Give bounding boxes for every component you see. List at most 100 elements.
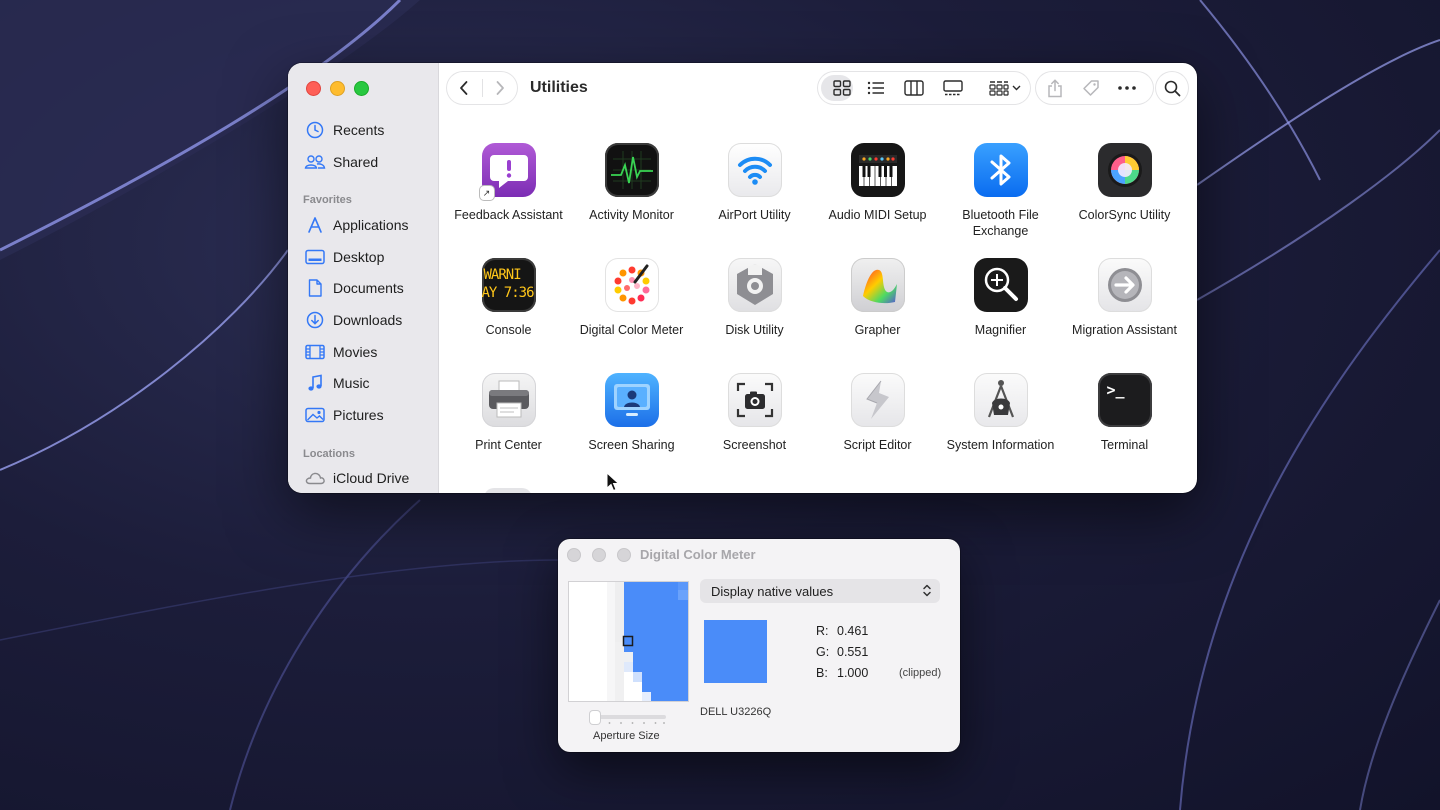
display-mode-select[interactable]: Display native values [700, 579, 940, 603]
app-label: Feedback Assistant [454, 208, 563, 222]
film-icon [304, 343, 326, 361]
app-item-airport-utility[interactable]: AirPort Utility [693, 143, 816, 223]
app-item-script-editor[interactable]: Script Editor [816, 373, 939, 453]
list-view-button[interactable] [860, 72, 892, 104]
magnified-preview [569, 582, 688, 701]
more-button[interactable] [1112, 72, 1142, 104]
disk-utility-icon [727, 258, 782, 312]
app-item-bluetooth-file-exchange[interactable]: Bluetooth File Exchange [939, 143, 1062, 239]
zoom-button[interactable] [617, 548, 631, 562]
finder-window: Recents Shared Favorites Applications De… [288, 63, 1197, 493]
close-button[interactable] [306, 81, 321, 96]
sidebar-item-music[interactable]: Music [304, 371, 370, 395]
feedback-assistant-icon: ↗ [479, 143, 536, 200]
close-button[interactable] [567, 548, 581, 562]
script-editor-icon [850, 373, 905, 427]
columns-icon [904, 80, 924, 96]
sidebar-item-desktop[interactable]: Desktop [304, 245, 384, 269]
app-label: Console [485, 323, 532, 337]
cloud-icon [304, 469, 326, 487]
sidebar-item-pictures[interactable]: Pictures [304, 403, 384, 427]
sidebar-item-downloads[interactable]: Downloads [304, 308, 402, 332]
g-label: G: [816, 645, 830, 659]
minimize-button[interactable] [592, 548, 606, 562]
music-note-icon [304, 374, 326, 392]
sidebar-item-recents[interactable]: Recents [304, 118, 384, 142]
app-label: Print Center [475, 438, 542, 452]
app-item-activity-monitor[interactable]: Activity Monitor [570, 143, 693, 223]
window-controls [567, 548, 631, 562]
b-value: 1.000 [837, 666, 869, 680]
forward-button[interactable] [482, 72, 517, 104]
grapher-icon [850, 258, 905, 312]
app-item-screen-sharing[interactable]: Screen Sharing [570, 373, 693, 453]
app-item-audio-midi-setup[interactable]: Audio MIDI Setup [816, 143, 939, 223]
app-label: Screen Sharing [588, 438, 675, 452]
sidebar-item-label: Pictures [333, 407, 384, 423]
app-item-magnifier[interactable]: Magnifier [939, 258, 1062, 338]
sidebar-item-documents[interactable]: Documents [304, 276, 404, 300]
screenshot-icon [727, 373, 782, 427]
sidebar-item-icloud-drive[interactable]: iCloud Drive [304, 466, 409, 490]
app-grid: ↗ Feedback Assistant Activity Monitor Ai… [438, 115, 1197, 493]
tag-icon [1083, 80, 1099, 96]
app-item-colorsync-utility[interactable]: ColorSync Utility [1063, 143, 1186, 223]
finder-toolbar: Utilities [438, 63, 1197, 115]
app-item-disk-utility[interactable]: Disk Utility [693, 258, 816, 338]
column-view-button[interactable] [898, 72, 930, 104]
app-item-digital-color-meter[interactable]: Digital Color Meter [570, 258, 693, 338]
digital-color-meter-window: Digital Color Meter Display native value… [558, 539, 960, 752]
minimize-button[interactable] [330, 81, 345, 96]
zoom-button[interactable] [354, 81, 369, 96]
chevron-right-icon [496, 81, 504, 95]
app-item-print-center[interactable]: Print Center [447, 373, 570, 453]
airport-utility-icon [727, 143, 782, 197]
sidebar-item-label: Shared [333, 154, 379, 170]
gallery-view-button[interactable] [937, 72, 969, 104]
terminal-prompt-text: >_ [1106, 381, 1125, 399]
app-item-console[interactable]: WARNI AY 7:36 Console [447, 258, 570, 338]
photo-icon [304, 406, 326, 424]
sidebar-item-label: Applications [333, 217, 409, 233]
app-label: AirPort Utility [718, 208, 791, 222]
app-label: Disk Utility [725, 323, 784, 337]
sidebar-section-favorites: Favorites [303, 194, 352, 206]
app-item-feedback-assistant[interactable]: ↗ Feedback Assistant [447, 143, 570, 223]
colorsync-icon [1097, 143, 1152, 197]
sampled-color-swatch [704, 620, 767, 683]
app-label: Digital Color Meter [579, 323, 684, 337]
app-item-terminal[interactable]: >_ Terminal [1063, 373, 1186, 453]
tag-button[interactable] [1076, 72, 1106, 104]
slider-knob[interactable] [590, 711, 600, 724]
app-label: Audio MIDI Setup [828, 208, 927, 222]
app-label: Migration Assistant [1072, 323, 1177, 337]
app-item-migration-assistant[interactable]: Migration Assistant [1063, 258, 1186, 338]
console-icon-text: WARNI [483, 267, 522, 283]
sidebar-item-applications[interactable]: Applications [304, 213, 409, 237]
sidebar-item-movies[interactable]: Movies [304, 340, 377, 364]
window-title: Digital Color Meter [640, 547, 756, 562]
app-item-system-information[interactable]: System Information [939, 373, 1062, 453]
search-button[interactable] [1156, 72, 1188, 104]
chevron-down-icon [1012, 85, 1021, 91]
sidebar-item-label: Music [333, 375, 370, 391]
share-button[interactable] [1040, 72, 1070, 104]
share-icon [1048, 78, 1062, 97]
group-grid-icon [989, 81, 1009, 96]
window-title: Utilities [530, 79, 588, 96]
chevron-up-down-icon [923, 584, 931, 597]
app-label: ColorSync Utility [1078, 208, 1171, 222]
mouse-pointer-icon [606, 472, 620, 492]
r-value: 0.461 [837, 624, 869, 638]
group-by-button[interactable] [984, 72, 1026, 104]
app-item-screenshot[interactable]: Screenshot [693, 373, 816, 453]
aperture-size-slider[interactable] [594, 715, 666, 719]
audio-midi-setup-icon [850, 143, 905, 197]
g-value: 0.551 [837, 645, 869, 659]
sidebar-item-shared[interactable]: Shared [304, 150, 378, 174]
app-label: System Information [946, 438, 1055, 452]
back-button[interactable] [447, 72, 482, 104]
window-controls [306, 81, 369, 96]
app-item-grapher[interactable]: Grapher [816, 258, 939, 338]
icon-view-button[interactable] [826, 72, 858, 104]
